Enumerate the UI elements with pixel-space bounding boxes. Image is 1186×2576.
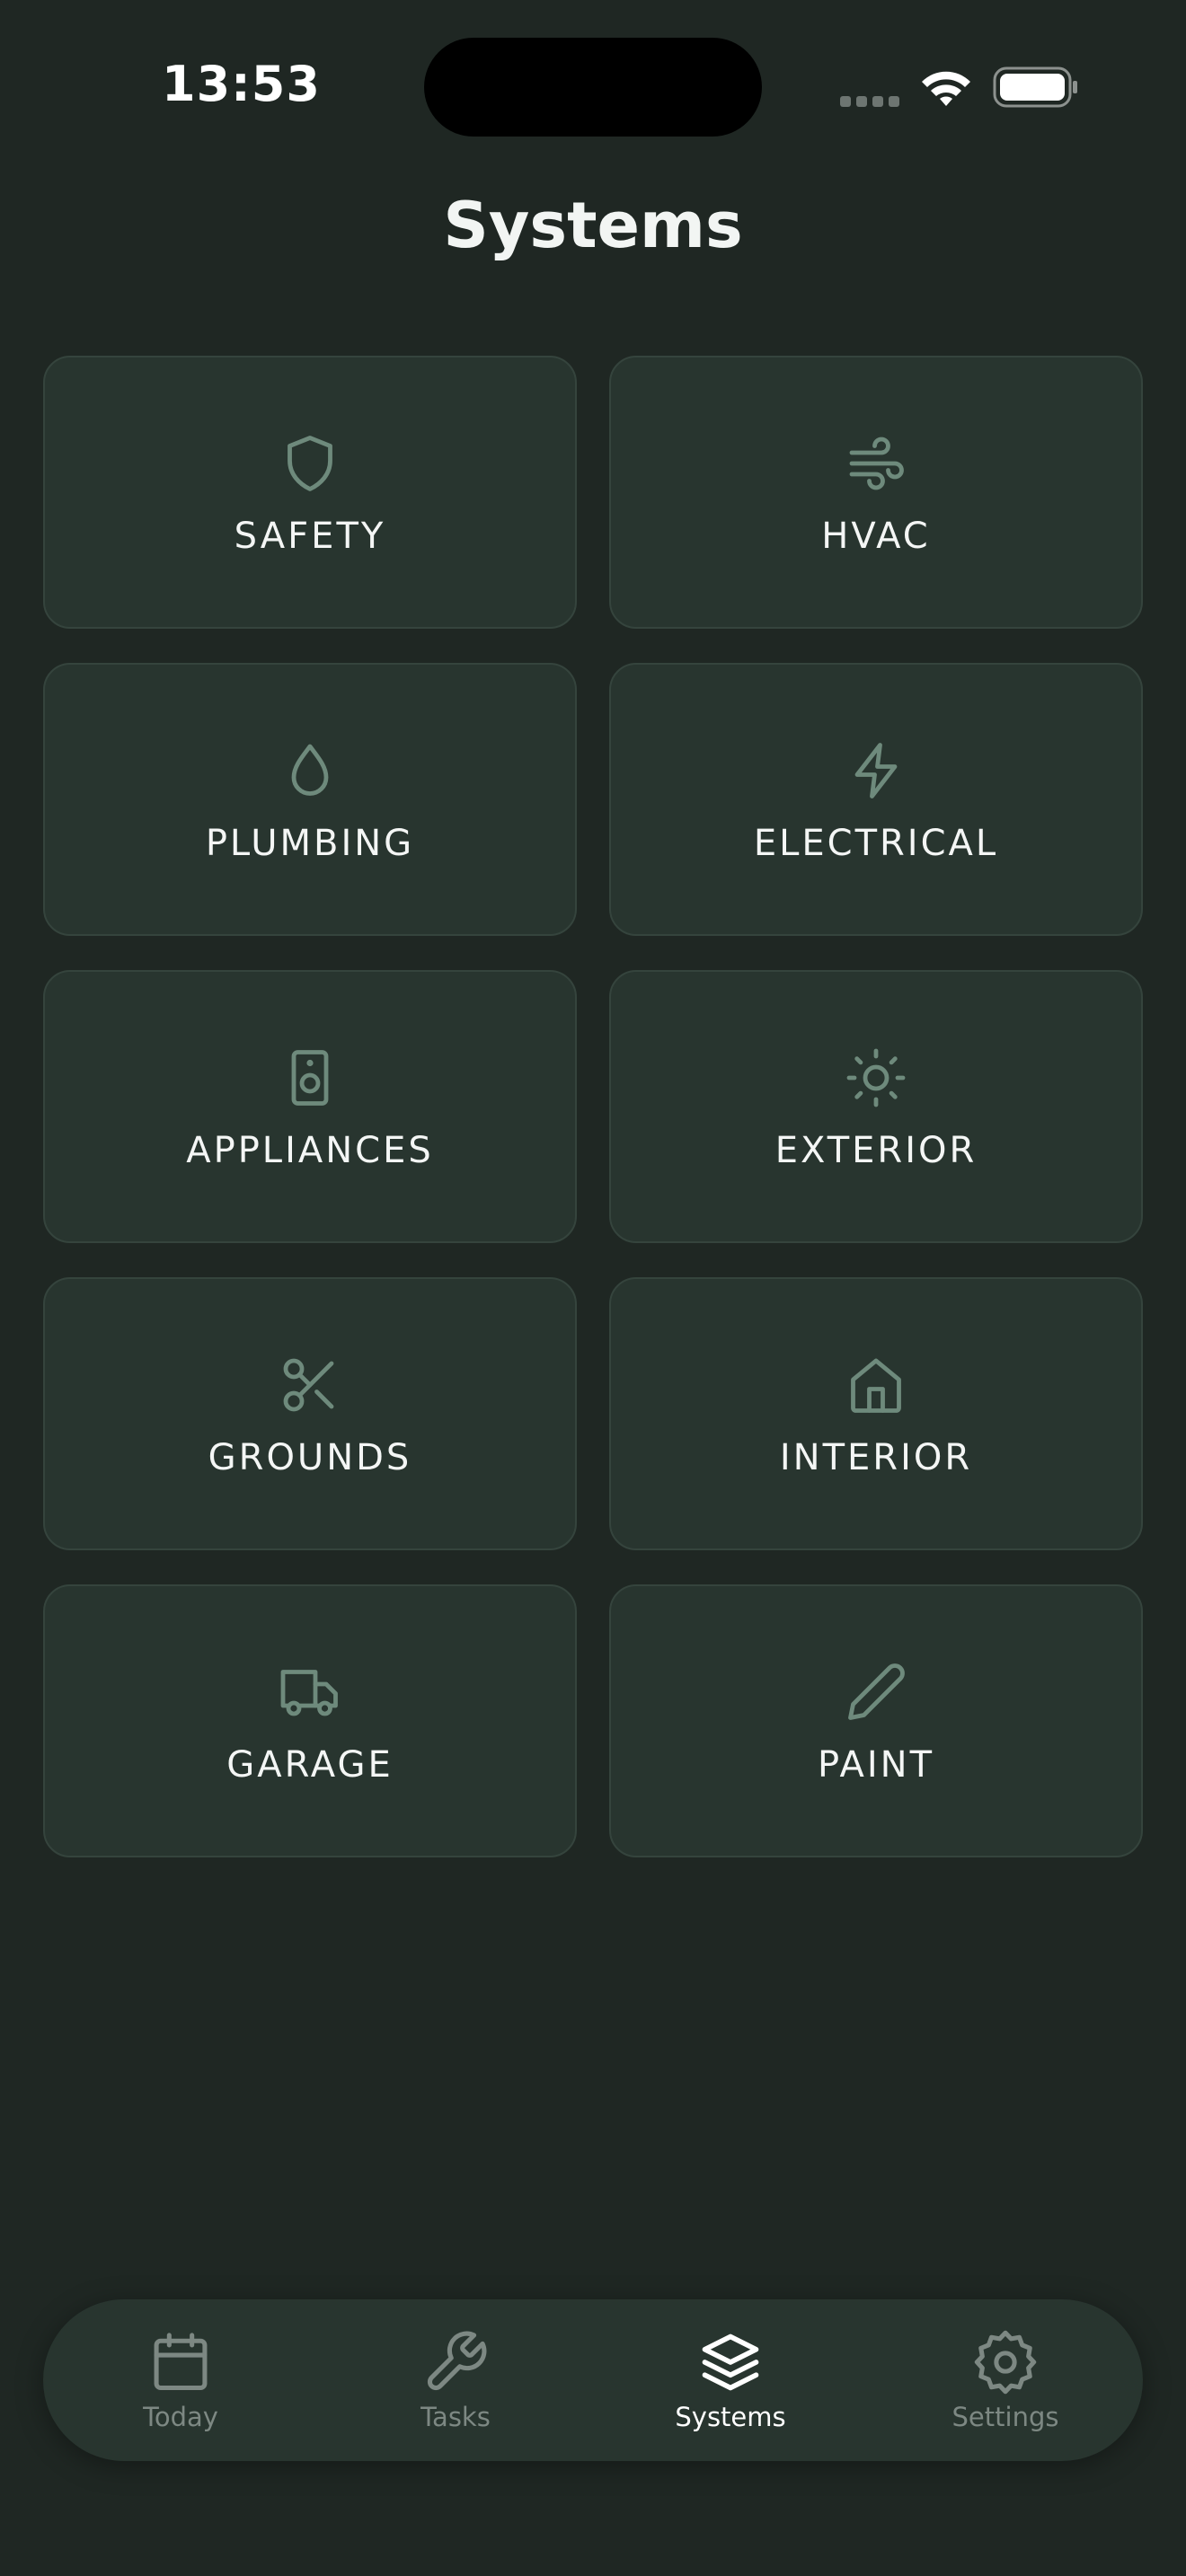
system-label: GROUNDS xyxy=(208,1437,412,1478)
tab-label: Systems xyxy=(675,2402,786,2432)
system-card-electrical[interactable]: ELECTRICAL xyxy=(609,663,1143,936)
system-label: PLUMBING xyxy=(205,823,415,864)
calendar-icon xyxy=(154,2333,208,2391)
systems-grid: SAFETY HVAC PLUMBING ELECTRICAL APPLIANC… xyxy=(43,356,1143,1857)
system-card-grounds[interactable]: GROUNDS xyxy=(43,1277,577,1550)
dynamic-island xyxy=(424,38,762,137)
sun-icon xyxy=(846,1048,906,1107)
system-card-garage[interactable]: GARAGE xyxy=(43,1584,577,1857)
wifi-icon xyxy=(922,71,970,106)
system-card-interior[interactable]: INTERIOR xyxy=(609,1277,1143,1550)
system-label: PAINT xyxy=(817,1744,935,1786)
system-card-hvac[interactable]: HVAC xyxy=(609,356,1143,629)
tab-bar: Today Tasks Systems Settings xyxy=(43,2299,1143,2461)
page-title: Systems xyxy=(443,189,743,262)
lightning-icon xyxy=(854,743,898,798)
system-card-paint[interactable]: PAINT xyxy=(609,1584,1143,1857)
scissors-icon xyxy=(283,1358,334,1412)
system-label: SAFETY xyxy=(234,516,386,557)
layers-icon xyxy=(702,2333,759,2391)
cellular-signal-icon xyxy=(840,93,905,110)
tab-today[interactable]: Today xyxy=(43,2299,318,2461)
system-label: GARAGE xyxy=(226,1744,394,1786)
wind-icon xyxy=(849,437,904,490)
system-card-safety[interactable]: SAFETY xyxy=(43,356,577,629)
speaker-icon xyxy=(291,1050,329,1106)
tab-label: Settings xyxy=(951,2402,1059,2432)
shield-icon xyxy=(288,436,332,491)
house-icon xyxy=(851,1358,901,1413)
system-card-exterior[interactable]: EXTERIOR xyxy=(609,970,1143,1243)
truck-icon xyxy=(280,1670,338,1716)
system-label: APPLIANCES xyxy=(186,1130,434,1171)
system-label: INTERIOR xyxy=(779,1437,973,1478)
tab-tasks[interactable]: Tasks xyxy=(318,2299,593,2461)
water-drop-icon xyxy=(291,744,329,796)
tab-settings[interactable]: Settings xyxy=(868,2299,1143,2461)
tab-label: Today xyxy=(143,2402,218,2432)
wrench-icon xyxy=(427,2331,487,2391)
system-label: HVAC xyxy=(821,516,931,557)
system-card-appliances[interactable]: APPLIANCES xyxy=(43,970,577,1243)
system-label: ELECTRICAL xyxy=(753,823,999,864)
tab-systems[interactable]: Systems xyxy=(593,2299,868,2461)
status-time: 13:53 xyxy=(162,56,321,112)
system-label: EXTERIOR xyxy=(774,1130,978,1171)
tab-label: Tasks xyxy=(420,2402,491,2432)
battery-icon xyxy=(993,66,1077,108)
gear-icon xyxy=(974,2330,1037,2395)
system-card-plumbing[interactable]: PLUMBING xyxy=(43,663,577,936)
pencil-icon xyxy=(848,1663,905,1720)
